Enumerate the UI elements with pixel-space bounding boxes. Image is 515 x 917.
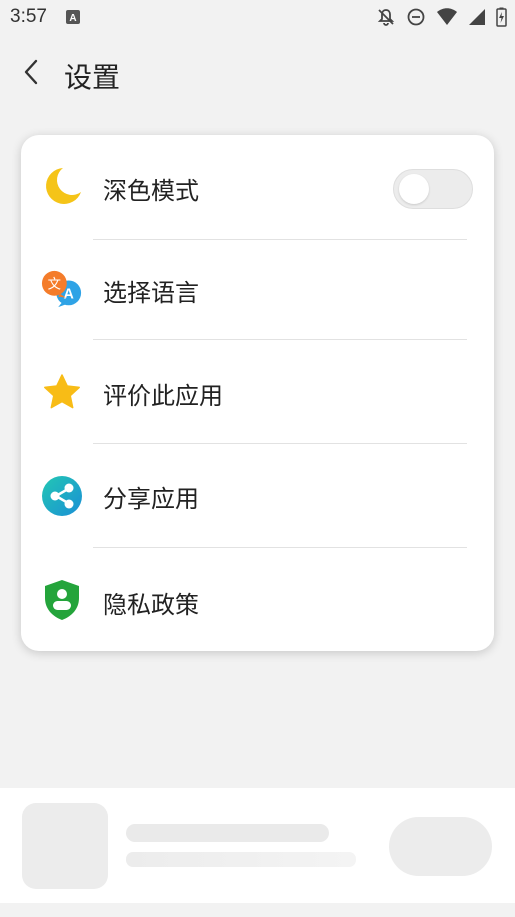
moon-icon (41, 165, 83, 207)
setting-dark-mode[interactable]: 深色模式 (21, 135, 494, 239)
setting-share-app[interactable]: 分享应用 (21, 444, 494, 547)
signal-icon (468, 7, 486, 27)
notifications-off-icon (376, 7, 396, 27)
status-icons (376, 7, 507, 27)
setting-language[interactable]: A 文 选择语言 (21, 240, 494, 339)
setting-label: 分享应用 (103, 485, 199, 513)
setting-label: 选择语言 (103, 279, 199, 307)
dark-mode-toggle[interactable] (393, 169, 473, 209)
do-not-disturb-icon (406, 7, 426, 27)
page-title: 设置 (64, 61, 121, 94)
setting-label: 深色模式 (103, 177, 199, 205)
notification-a-icon: A (66, 9, 80, 24)
bottom-strip (0, 903, 515, 917)
svg-text:文: 文 (48, 277, 61, 293)
ad-action-button-placeholder[interactable] (389, 817, 492, 876)
wifi-icon (436, 7, 458, 27)
ad-title-placeholder (126, 824, 329, 842)
toggle-knob (399, 174, 429, 204)
setting-privacy-policy[interactable]: 隐私政策 (21, 548, 494, 651)
settings-card: 深色模式 A 文 选择语言 评价此应用 分享应用 隐私政策 (21, 135, 494, 651)
setting-rate-app[interactable]: 评价此应用 (21, 340, 494, 443)
status-time: 3:57 (10, 6, 47, 27)
header: 设置 (0, 50, 515, 100)
ad-banner-placeholder[interactable] (0, 788, 515, 903)
battery-charging-icon (496, 7, 507, 27)
ad-thumbnail-placeholder (22, 803, 108, 889)
share-icon (41, 475, 83, 517)
status-bar: 3:57 A (0, 0, 515, 34)
setting-label: 隐私政策 (103, 591, 199, 619)
svg-text:A: A (69, 13, 76, 24)
setting-label: 评价此应用 (103, 382, 223, 410)
privacy-shield-icon (41, 579, 83, 621)
ad-subtitle-placeholder (126, 852, 356, 867)
back-button[interactable] (16, 58, 48, 90)
translate-icon: A 文 (41, 269, 83, 311)
star-icon (41, 371, 83, 413)
chevron-left-icon (22, 58, 42, 90)
